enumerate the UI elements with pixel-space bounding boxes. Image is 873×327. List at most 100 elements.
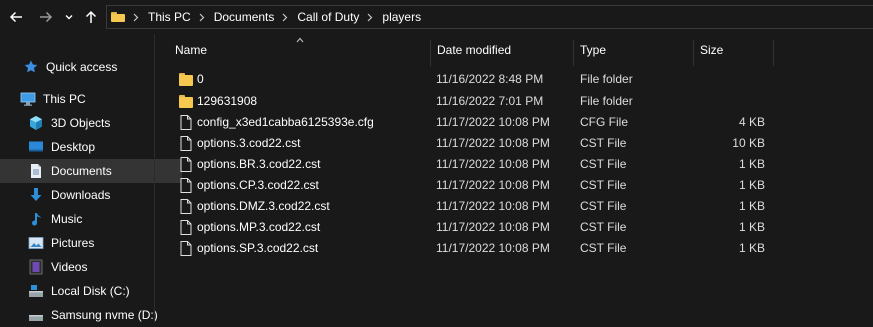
file-list: Name Date modified Type Size 0 11/16/202… <box>155 34 873 323</box>
file-icon <box>180 136 192 151</box>
breadcrumb-this-pc[interactable]: This PC <box>148 10 191 24</box>
file-name: options.3.cod22.cst <box>197 136 301 150</box>
file-size: 1 KB <box>738 199 765 213</box>
sidebar-item-label: Local Disk (C:) <box>51 284 130 298</box>
file-row[interactable]: options.CP.3.cod22.cst 11/17/2022 10:08 … <box>173 175 773 196</box>
file-row[interactable]: options.3.cod22.cst 11/17/2022 10:08 PM … <box>173 133 773 154</box>
folder-icon <box>179 72 193 87</box>
file-name: config_x3ed1cabba6125393e.cfg <box>197 115 374 129</box>
arrow-up-icon <box>85 10 97 23</box>
file-date: 11/16/2022 8:48 PM <box>436 72 544 86</box>
file-type: File folder <box>580 94 633 108</box>
file-icon <box>180 178 192 193</box>
file-name: options.CP.3.cod22.cst <box>197 178 319 192</box>
file-name: options.MP.3.cod22.cst <box>197 220 321 234</box>
chevron-down-icon <box>65 15 73 20</box>
file-date: 11/16/2022 7:01 PM <box>436 94 544 108</box>
folder-icon <box>111 11 125 23</box>
navigation-bar: This PC Documents Call of Duty players <box>0 0 873 34</box>
file-name: options.SP.3.cod22.cst <box>197 241 319 255</box>
breadcrumb-documents[interactable]: Documents <box>214 10 275 24</box>
file-name: options.DMZ.3.cod22.cst <box>197 199 330 213</box>
file-type: CST File <box>580 220 627 234</box>
navigation-pane: Quick access This PC 3D Objects Desktop … <box>0 34 182 323</box>
sidebar-item-label: Music <box>51 212 83 226</box>
file-name: 0 <box>197 72 204 86</box>
file-size: 10 KB <box>732 136 765 150</box>
file-row[interactable]: options.BR.3.cod22.cst 11/17/2022 10:08 … <box>173 154 773 175</box>
cube-icon <box>28 115 44 131</box>
sidebar-item-label: This PC <box>43 92 86 106</box>
file-type: CST File <box>580 157 627 171</box>
file-type: File folder <box>580 72 633 86</box>
up-button[interactable] <box>80 6 102 28</box>
file-size: 1 KB <box>738 220 765 234</box>
folder-icon <box>179 94 193 109</box>
column-header-type[interactable]: Type <box>574 34 693 66</box>
file-date: 11/17/2022 10:08 PM <box>436 157 550 171</box>
file-type: CST File <box>580 241 627 255</box>
sidebar-item-this-pc[interactable]: This PC <box>0 87 174 111</box>
sidebar-item-label: Pictures <box>51 236 95 250</box>
sidebar-item-label: 3D Objects <box>51 116 111 130</box>
file-name: options.BR.3.cod22.cst <box>197 157 321 171</box>
sidebar-item-label: Samsung nvme (D:) <box>51 308 158 322</box>
file-row[interactable]: options.DMZ.3.cod22.cst 11/17/2022 10:08… <box>173 196 773 217</box>
computer-icon <box>20 91 36 107</box>
file-date: 11/17/2022 10:08 PM <box>436 136 550 150</box>
sidebar-item-quick-access[interactable]: Quick access <box>0 55 177 79</box>
video-icon <box>28 259 44 275</box>
address-bar[interactable]: This PC Documents Call of Duty players <box>106 5 873 29</box>
star-icon <box>23 59 39 75</box>
file-size: 1 KB <box>738 157 765 171</box>
file-date: 11/17/2022 10:08 PM <box>436 115 550 129</box>
arrow-left-icon <box>9 11 22 23</box>
file-size: 1 KB <box>738 178 765 192</box>
breadcrumb-separator-icon[interactable] <box>282 13 288 22</box>
file-row[interactable]: options.MP.3.cod22.cst 11/17/2022 10:08 … <box>173 217 773 238</box>
breadcrumb-call-of-duty[interactable]: Call of Duty <box>297 10 359 24</box>
music-icon <box>28 211 44 227</box>
column-header-date-modified[interactable]: Date modified <box>431 34 574 66</box>
drive-icon <box>28 307 44 323</box>
pictures-icon <box>28 235 44 251</box>
column-header-size[interactable]: Size <box>694 34 773 66</box>
recent-locations-button[interactable] <box>60 6 78 28</box>
file-date: 11/17/2022 10:08 PM <box>436 241 550 255</box>
sidebar-item-label: Downloads <box>51 188 111 202</box>
file-row[interactable]: 0 11/16/2022 8:48 PM File folder <box>173 69 773 90</box>
file-date: 11/17/2022 10:08 PM <box>436 220 550 234</box>
file-date: 11/17/2022 10:08 PM <box>436 199 550 213</box>
arrow-right-icon <box>40 11 53 23</box>
file-type: CST File <box>580 178 627 192</box>
column-header-name[interactable]: Name <box>169 34 430 66</box>
back-button[interactable] <box>5 6 27 28</box>
breadcrumb-players[interactable]: players <box>382 10 421 24</box>
forward-button[interactable] <box>35 6 57 28</box>
file-icon <box>180 220 192 235</box>
breadcrumb-separator-icon <box>133 13 139 22</box>
file-icon <box>180 199 192 214</box>
file-type: CST File <box>580 136 627 150</box>
sidebar-item-label: Videos <box>51 260 88 274</box>
drive-icon <box>28 283 44 299</box>
file-date: 11/17/2022 10:08 PM <box>436 178 550 192</box>
file-name: 129631908 <box>197 94 258 108</box>
desktop-icon <box>28 139 44 155</box>
file-type: CFG File <box>580 115 628 129</box>
sidebar-item-label: Quick access <box>46 60 118 74</box>
file-row[interactable]: config_x3ed1cabba6125393e.cfg 11/17/2022… <box>173 112 773 133</box>
sidebar-item-label: Desktop <box>51 140 96 154</box>
file-row[interactable]: 129631908 11/16/2022 7:01 PM File folder <box>173 91 773 112</box>
file-size: 1 KB <box>738 241 765 255</box>
file-icon <box>180 157 192 172</box>
file-icon <box>180 241 192 256</box>
breadcrumb-separator-icon[interactable] <box>367 13 373 22</box>
column-divider[interactable] <box>773 40 774 66</box>
breadcrumb-separator-icon[interactable] <box>199 13 205 22</box>
file-size: 4 KB <box>738 115 765 129</box>
file-icon <box>180 115 192 130</box>
file-type: CST File <box>580 199 627 213</box>
file-row[interactable]: options.SP.3.cod22.cst 11/17/2022 10:08 … <box>173 238 773 259</box>
sidebar-item-label: Documents <box>51 164 112 178</box>
